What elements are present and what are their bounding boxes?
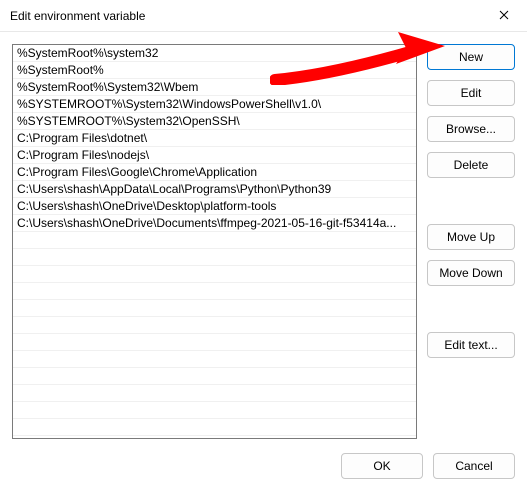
- list-item[interactable]: %SystemRoot%\System32\Wbem: [13, 79, 416, 96]
- list-item[interactable]: C:\Program Files\nodejs\: [13, 147, 416, 164]
- list-item-empty[interactable]: [13, 402, 416, 419]
- list-item[interactable]: C:\Program Files\dotnet\: [13, 130, 416, 147]
- list-item-empty[interactable]: [13, 232, 416, 249]
- ok-button[interactable]: OK: [341, 453, 423, 479]
- titlebar: Edit environment variable: [0, 0, 527, 32]
- edit-button[interactable]: Edit: [427, 80, 515, 106]
- list-item[interactable]: C:\Users\shash\OneDrive\Documents\ffmpeg…: [13, 215, 416, 232]
- close-button[interactable]: [481, 0, 527, 32]
- list-item-empty[interactable]: [13, 249, 416, 266]
- list-item-empty[interactable]: [13, 419, 416, 436]
- window-title: Edit environment variable: [10, 9, 145, 23]
- list-item-empty[interactable]: [13, 385, 416, 402]
- move-down-button[interactable]: Move Down: [427, 260, 515, 286]
- dialog-content: %SystemRoot%\system32 %SystemRoot% %Syst…: [0, 32, 527, 439]
- list-item-empty[interactable]: [13, 334, 416, 351]
- edit-text-button[interactable]: Edit text...: [427, 332, 515, 358]
- list-item[interactable]: %SystemRoot%\system32: [13, 45, 416, 62]
- cancel-button[interactable]: Cancel: [433, 453, 515, 479]
- delete-button[interactable]: Delete: [427, 152, 515, 178]
- list-item-empty[interactable]: [13, 300, 416, 317]
- close-icon: [499, 9, 509, 23]
- new-button[interactable]: New: [427, 44, 515, 70]
- list-item[interactable]: %SYSTEMROOT%\System32\WindowsPowerShell\…: [13, 96, 416, 113]
- path-listbox[interactable]: %SystemRoot%\system32 %SystemRoot% %Syst…: [12, 44, 417, 439]
- button-column: New Edit Browse... Delete Move Up Move D…: [427, 44, 515, 439]
- browse-button[interactable]: Browse...: [427, 116, 515, 142]
- list-item[interactable]: C:\Users\shash\AppData\Local\Programs\Py…: [13, 181, 416, 198]
- list-item-empty[interactable]: [13, 283, 416, 300]
- list-item-empty[interactable]: [13, 266, 416, 283]
- list-item[interactable]: %SystemRoot%: [13, 62, 416, 79]
- list-item[interactable]: C:\Program Files\Google\Chrome\Applicati…: [13, 164, 416, 181]
- list-item[interactable]: C:\Users\shash\OneDrive\Desktop\platform…: [13, 198, 416, 215]
- list-item-empty[interactable]: [13, 317, 416, 334]
- list-item[interactable]: %SYSTEMROOT%\System32\OpenSSH\: [13, 113, 416, 130]
- move-up-button[interactable]: Move Up: [427, 224, 515, 250]
- dialog-footer: OK Cancel: [0, 439, 527, 479]
- list-item-empty[interactable]: [13, 368, 416, 385]
- list-item-empty[interactable]: [13, 351, 416, 368]
